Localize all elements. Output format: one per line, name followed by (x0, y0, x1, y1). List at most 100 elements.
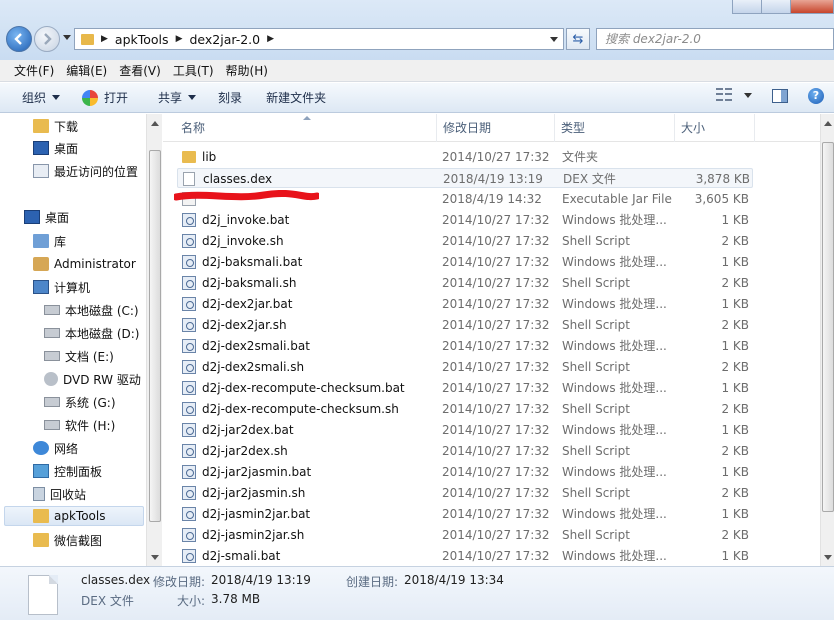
scroll-down-icon[interactable] (824, 555, 832, 560)
file-row[interactable]: d2j_invoke.bat 2014/10/27 17:32 Windows 批处… (177, 210, 753, 230)
scroll-down-icon[interactable] (151, 555, 159, 560)
close-button[interactable] (790, 0, 834, 14)
list-scrollbar[interactable] (820, 114, 834, 566)
nav-item-wechat-screenshots[interactable]: 微信截图 (33, 530, 102, 550)
nav-item-recent[interactable]: 最近访问的位置 (33, 161, 138, 181)
bat-file-icon (182, 339, 196, 353)
column-name[interactable]: 名称 (175, 114, 437, 142)
minimize-button[interactable] (732, 0, 762, 14)
file-row[interactable]: d2j-dex-recompute-checksum.bat 2014/10/27… (177, 378, 753, 398)
chevron-right-icon[interactable]: ▶ (176, 34, 183, 44)
menu-edit[interactable]: 编辑(E) (60, 62, 113, 79)
nav-item-computer[interactable]: 计算机 (33, 277, 90, 297)
nav-item-recycle-bin[interactable]: 回收站 (33, 484, 86, 504)
nav-item-desktop[interactable]: 桌面 (24, 207, 69, 227)
file-row[interactable]: lib 2014/10/27 17:32 文件夹 (177, 147, 753, 167)
column-date[interactable]: 修改日期 (437, 114, 555, 142)
search-box[interactable] (596, 28, 834, 50)
nav-item-administrator[interactable]: Administrator (33, 254, 136, 274)
file-row[interactable]: d2j-dex2jar.sh 2014/10/27 17:32 Shell Scri… (177, 315, 753, 335)
organize-button[interactable]: 组织 (14, 86, 68, 110)
list-scroll-thumb[interactable] (822, 142, 834, 512)
nav-item-drive-c[interactable]: 本地磁盘 (C:) (44, 300, 139, 320)
nav-scroll-thumb[interactable] (149, 150, 161, 522)
file-size: 2 KB (721, 234, 749, 248)
file-row[interactable]: d2j-jasmin2jar.bat 2014/10/27 17:32 Window… (177, 504, 753, 524)
file-date: 2014/10/27 17:32 (442, 486, 550, 500)
nav-item-dvd[interactable]: DVD RW 驱动 (44, 369, 141, 389)
back-button[interactable] (6, 26, 32, 52)
file-row[interactable]: d2j-baksmali.bat 2014/10/27 17:32 Windows … (177, 252, 753, 272)
menu-tools[interactable]: 工具(T) (167, 62, 220, 79)
nav-item-libraries[interactable]: 库 (33, 231, 66, 251)
nav-scrollbar[interactable] (146, 114, 162, 566)
nav-item-downloads[interactable]: 下载 (33, 116, 78, 136)
menu-file[interactable]: 文件(F) (8, 62, 60, 79)
file-name: d2j-dex2smali.sh (202, 360, 305, 374)
nav-item-label: 库 (54, 234, 67, 249)
scroll-up-icon[interactable] (824, 121, 832, 126)
details-created-label: 创建日期: (346, 575, 399, 589)
file-row[interactable]: d2j-dex-recompute-checksum.sh 2014/10/27 … (177, 399, 753, 419)
maximize-button[interactable] (761, 0, 791, 14)
file-row[interactable]: classes.dex 2018/4/19 13:19 DEX 文件 3,878 KB (177, 168, 753, 188)
search-input[interactable] (597, 29, 817, 49)
change-view-button[interactable] (716, 88, 752, 102)
new-folder-button[interactable]: 新建文件夹 (258, 86, 334, 110)
file-row[interactable]: d2j-dex2smali.sh 2014/10/27 17:32 Shell Sc… (177, 357, 753, 377)
file-size: 3,878 KB (695, 172, 750, 186)
nav-item-apktools[interactable]: apkTools (4, 506, 144, 526)
arrow-right-icon (44, 33, 52, 45)
file-row[interactable]: d2j-dex2jar.bat 2014/10/27 17:32 Windows 批… (177, 294, 753, 314)
nav-item-drive-e[interactable]: 文档 (E:) (44, 346, 114, 366)
column-type[interactable]: 类型 (555, 114, 675, 142)
file-name: d2j-dex-recompute-checksum.sh (202, 402, 399, 416)
nav-item-network[interactable]: 网络 (33, 438, 78, 458)
network-icon (33, 441, 49, 455)
file-type: Windows 批处理... (562, 381, 667, 395)
nav-item-drive-d[interactable]: 本地磁盘 (D:) (44, 323, 139, 343)
file-row[interactable]: d2j-jar2jasmin.bat 2014/10/27 17:32 Window… (177, 462, 753, 482)
details-size-value: 3.78 MB (211, 592, 261, 606)
file-row[interactable]: d2j-baksmali.sh 2014/10/27 17:32 Shell Scr… (177, 273, 753, 293)
menu-help[interactable]: 帮助(H) (220, 62, 274, 79)
refresh-button[interactable]: ⇆ (566, 28, 590, 50)
nav-item-label: 本地磁盘 (D:) (65, 326, 140, 341)
file-row[interactable]: d2j-jasmin2jar.sh 2014/10/27 17:32 Shell S… (177, 525, 753, 545)
recent-pages-dropdown-icon[interactable] (63, 35, 71, 40)
nav-item-control-panel[interactable]: 控制面板 (33, 461, 102, 481)
file-size: 2 KB (721, 402, 749, 416)
chevron-right-icon[interactable]: ▶ (267, 34, 274, 44)
column-size[interactable]: 大小 (675, 114, 755, 142)
menu-view[interactable]: 查看(V) (113, 62, 167, 79)
file-size: 2 KB (721, 528, 749, 542)
file-row[interactable]: d2j-dex2smali.bat 2014/10/27 17:32 Windows… (177, 336, 753, 356)
nav-item-desktop-fav[interactable]: 桌面 (33, 138, 78, 158)
file-row[interactable]: d2j-jar2dex.sh 2014/10/27 17:32 Shell Scri… (177, 441, 753, 461)
help-icon[interactable]: ? (808, 88, 824, 104)
sh-file-icon (182, 360, 196, 374)
file-row[interactable]: d2j-jar2dex.bat 2014/10/27 17:32 Windows 批… (177, 420, 753, 440)
file-row[interactable]: d2j-jar2jasmin.sh 2014/10/27 17:32 Shell S… (177, 483, 753, 503)
file-date: 2014/10/27 17:32 (442, 255, 550, 269)
share-button[interactable]: 共享 (150, 86, 204, 110)
nav-item-drive-h[interactable]: 软件 (H:) (44, 415, 115, 435)
file-thumbnail-icon (28, 575, 58, 615)
file-row[interactable]: d2j-smali.bat 2014/10/27 17:32 Windows 批处理… (177, 546, 753, 566)
scroll-up-icon[interactable] (151, 121, 159, 126)
breadcrumb-apktools[interactable]: apkTools (115, 32, 169, 47)
forward-button[interactable] (34, 26, 60, 52)
preview-pane-button[interactable] (772, 89, 788, 103)
address-dropdown-button[interactable] (545, 29, 563, 49)
burn-button[interactable]: 刻录 (210, 86, 250, 110)
file-type: Windows 批处理... (562, 549, 667, 563)
file-row[interactable]: d2j_invoke.sh 2014/10/27 17:32 Shell Scrip… (177, 231, 753, 251)
open-button[interactable]: 打开 (74, 86, 136, 110)
address-bar[interactable]: ▶ apkTools ▶ dex2jar-2.0 ▶ (74, 28, 564, 50)
breadcrumb-dex2jar[interactable]: dex2jar-2.0 (189, 32, 260, 47)
file-date: 2014/10/27 17:32 (442, 234, 550, 248)
chevron-right-icon[interactable]: ▶ (101, 34, 108, 44)
file-size: 1 KB (721, 465, 749, 479)
folder-icon (81, 33, 94, 45)
nav-item-drive-g[interactable]: 系统 (G:) (44, 392, 116, 412)
